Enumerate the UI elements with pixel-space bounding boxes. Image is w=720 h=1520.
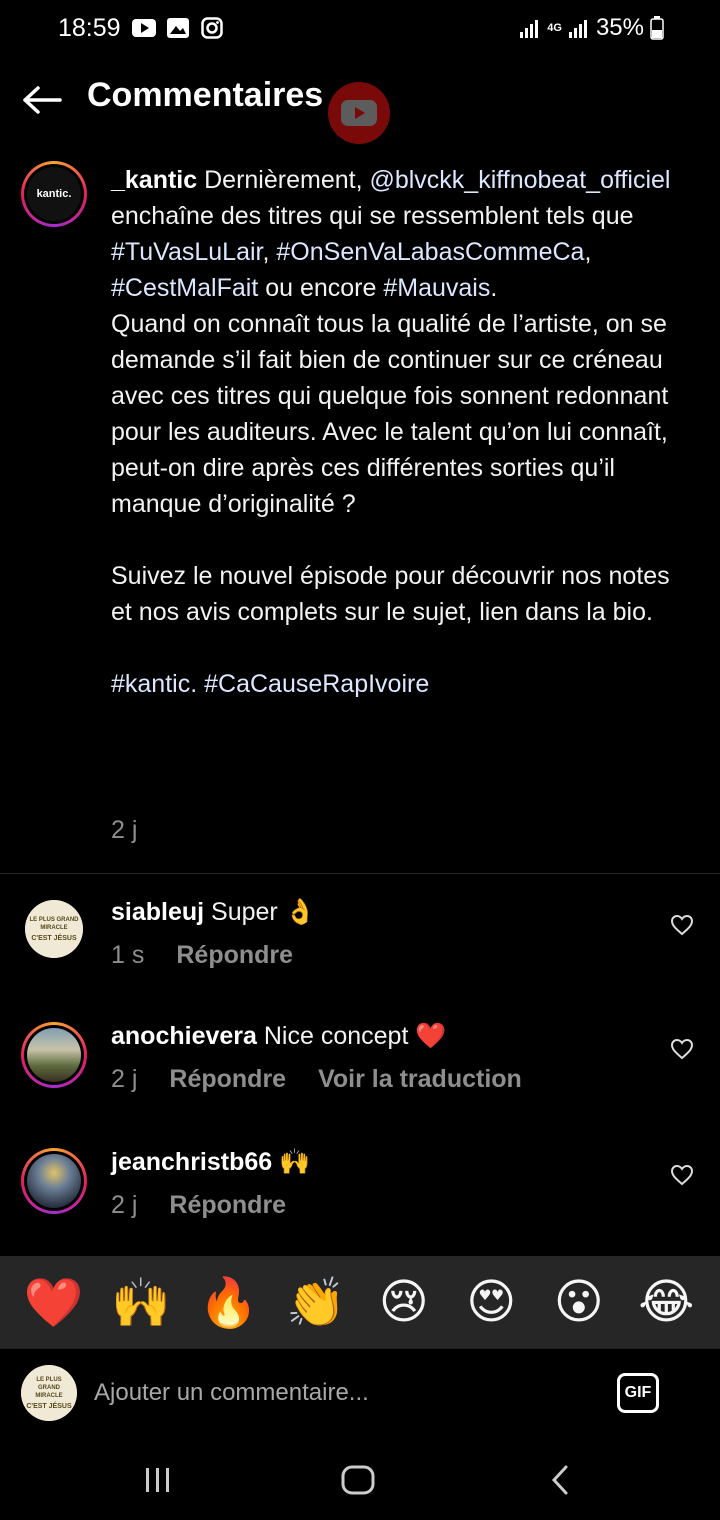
comment-username[interactable]: jeanchristb66 [111, 1148, 272, 1176]
header: Commentaires [0, 58, 720, 144]
caption-text-segment: , [262, 238, 277, 266]
gallery-notification-icon [166, 16, 190, 40]
recent-apps-button[interactable] [136, 1458, 180, 1502]
arrow-left-icon [23, 86, 62, 114]
heart-outline-icon [670, 1164, 694, 1186]
caption-text-segment: , [584, 238, 599, 266]
avatar-text-mid: C'EST JÉSUS [31, 934, 77, 942]
comment-meta: 2 j Répondre Voir la traduction [111, 1065, 522, 1094]
comment-time: 2 j [111, 1065, 138, 1093]
youtube-floating-bubble[interactable] [328, 82, 390, 144]
reply-button[interactable]: Répondre [176, 941, 293, 970]
comment-text: Nice concept ❤️ [263, 1022, 447, 1050]
comment-line: jeanchristb66 🙌 [111, 1148, 310, 1177]
system-nav-bar [0, 1436, 720, 1520]
emoji-fire-button[interactable]: 🔥 [198, 1271, 260, 1333]
caption-hashtag-link[interactable]: #CestMalFait [111, 274, 258, 302]
caption-text-segment: . Quand on connaît tous la qualité de l’… [111, 274, 670, 626]
comment-text: 🙌 [279, 1148, 311, 1176]
comment-item: LE PLUS GRAND MIRACLE C'EST JÉSUS siable… [0, 898, 720, 998]
instagram-notification-icon [200, 16, 224, 40]
emoji-heart-button[interactable]: ❤️ [23, 1271, 85, 1333]
caption-text-segment: ou encore [258, 274, 384, 302]
comment-item: anochievera Nice concept ❤️ 2 j Répondre… [0, 1022, 720, 1122]
comment-input[interactable] [94, 1373, 594, 1413]
translate-button[interactable]: Voir la traduction [318, 1065, 522, 1094]
signal-icon [520, 20, 539, 38]
caption-text-segment: Dernièrement, [197, 166, 370, 194]
caption-timestamp: 2 j [111, 816, 138, 844]
comment-username[interactable]: anochievera [111, 1022, 257, 1050]
comment-line: anochievera Nice concept ❤️ [111, 1022, 446, 1051]
home-icon [341, 1465, 375, 1495]
comment-time: 1 s [111, 941, 145, 969]
status-time: 18:59 [58, 14, 121, 42]
chevron-left-icon [551, 1465, 568, 1495]
post-caption: kantic. _kantic Dernièrement, @blvckk_ki… [0, 160, 720, 872]
like-button[interactable] [670, 914, 696, 940]
signal-icon-2 [568, 20, 587, 38]
avatar-text-top: LE PLUS GRAND MIRACLE [29, 916, 79, 931]
comment-text: Super 👌 [211, 898, 316, 926]
caption-hashtag-link[interactable]: #OnSenVaLabasCommeCa [276, 238, 584, 266]
comment-meta: 1 s Répondre [111, 941, 293, 970]
caption-username[interactable]: _kantic [111, 166, 197, 194]
notification-icons [132, 16, 224, 40]
heart-outline-icon [670, 1038, 694, 1060]
caption-hashtag-link[interactable]: #TuVasLuLair [111, 238, 263, 266]
avatar[interactable]: kantic. [21, 161, 87, 227]
battery-percent: 35% [595, 14, 644, 41]
emoji-surprised-button[interactable]: 😮 [548, 1271, 610, 1333]
caption-mention-link[interactable]: @blvckk_kiffnobeat_officiel [369, 166, 670, 194]
comment-username[interactable]: siableuj [111, 898, 204, 926]
system-status: 4G 35% [519, 14, 664, 42]
reply-button[interactable]: Répondre [169, 1065, 286, 1094]
youtube-notification-icon [132, 16, 156, 40]
emoji-quick-bar: ❤️ 🙌 🔥 👏 😢 😍 😮 😂 [0, 1256, 720, 1348]
my-avatar: LE PLUS GRAND MIRACLE C'EST JÉSUS [21, 1365, 77, 1421]
like-button[interactable] [670, 1164, 696, 1190]
comment-composer: LE PLUS GRAND MIRACLE C'EST JÉSUS GIF [0, 1348, 720, 1436]
caption-hashtag-link[interactable]: #Mauvais [383, 274, 490, 302]
gif-button[interactable]: GIF [617, 1373, 659, 1413]
avatar[interactable] [21, 1148, 87, 1214]
page-title: Commentaires [87, 76, 324, 114]
battery-icon [650, 16, 664, 40]
back-nav-button[interactable] [538, 1458, 582, 1502]
youtube-icon [341, 100, 377, 126]
caption-hashtag-link[interactable]: #kantic. [111, 670, 197, 698]
back-button[interactable] [20, 78, 64, 122]
home-button[interactable] [336, 1458, 380, 1502]
emoji-heart-eyes-button[interactable]: 😍 [460, 1271, 522, 1333]
emoji-raising-hands-button[interactable]: 🙌 [110, 1271, 172, 1333]
comment-meta: 2 j Répondre [111, 1191, 286, 1220]
emoji-laughing-button[interactable]: 😂 [635, 1271, 697, 1333]
comment-item: jeanchristb66 🙌 2 j Répondre [0, 1148, 720, 1248]
avatar[interactable] [21, 1022, 87, 1088]
reply-button[interactable]: Répondre [169, 1191, 286, 1220]
caption-text: _kantic Dernièrement, @blvckk_kiffnobeat… [111, 162, 691, 702]
like-button[interactable] [670, 1038, 696, 1064]
recent-apps-icon [146, 1468, 169, 1492]
avatar[interactable]: LE PLUS GRAND MIRACLE C'EST JÉSUS [25, 900, 83, 958]
caption-hashtag-link[interactable]: #CaCauseRapIvoire [204, 670, 429, 698]
network-type: 4G [547, 22, 562, 34]
emoji-crying-button[interactable]: 😢 [373, 1271, 435, 1333]
emoji-clapping-button[interactable]: 👏 [285, 1271, 347, 1333]
comment-time: 2 j [111, 1191, 138, 1219]
kantic-logo: kantic. [27, 167, 81, 221]
divider [0, 873, 720, 874]
comment-line: siableuj Super 👌 [111, 898, 316, 927]
heart-outline-icon [670, 914, 694, 936]
status-bar: 18:59 4G 35% [0, 0, 720, 58]
avatar-text-top: LE PLUS GRAND MIRACLE [35, 1376, 63, 1399]
avatar-text-mid: C'EST JÉSUS [26, 1402, 72, 1410]
